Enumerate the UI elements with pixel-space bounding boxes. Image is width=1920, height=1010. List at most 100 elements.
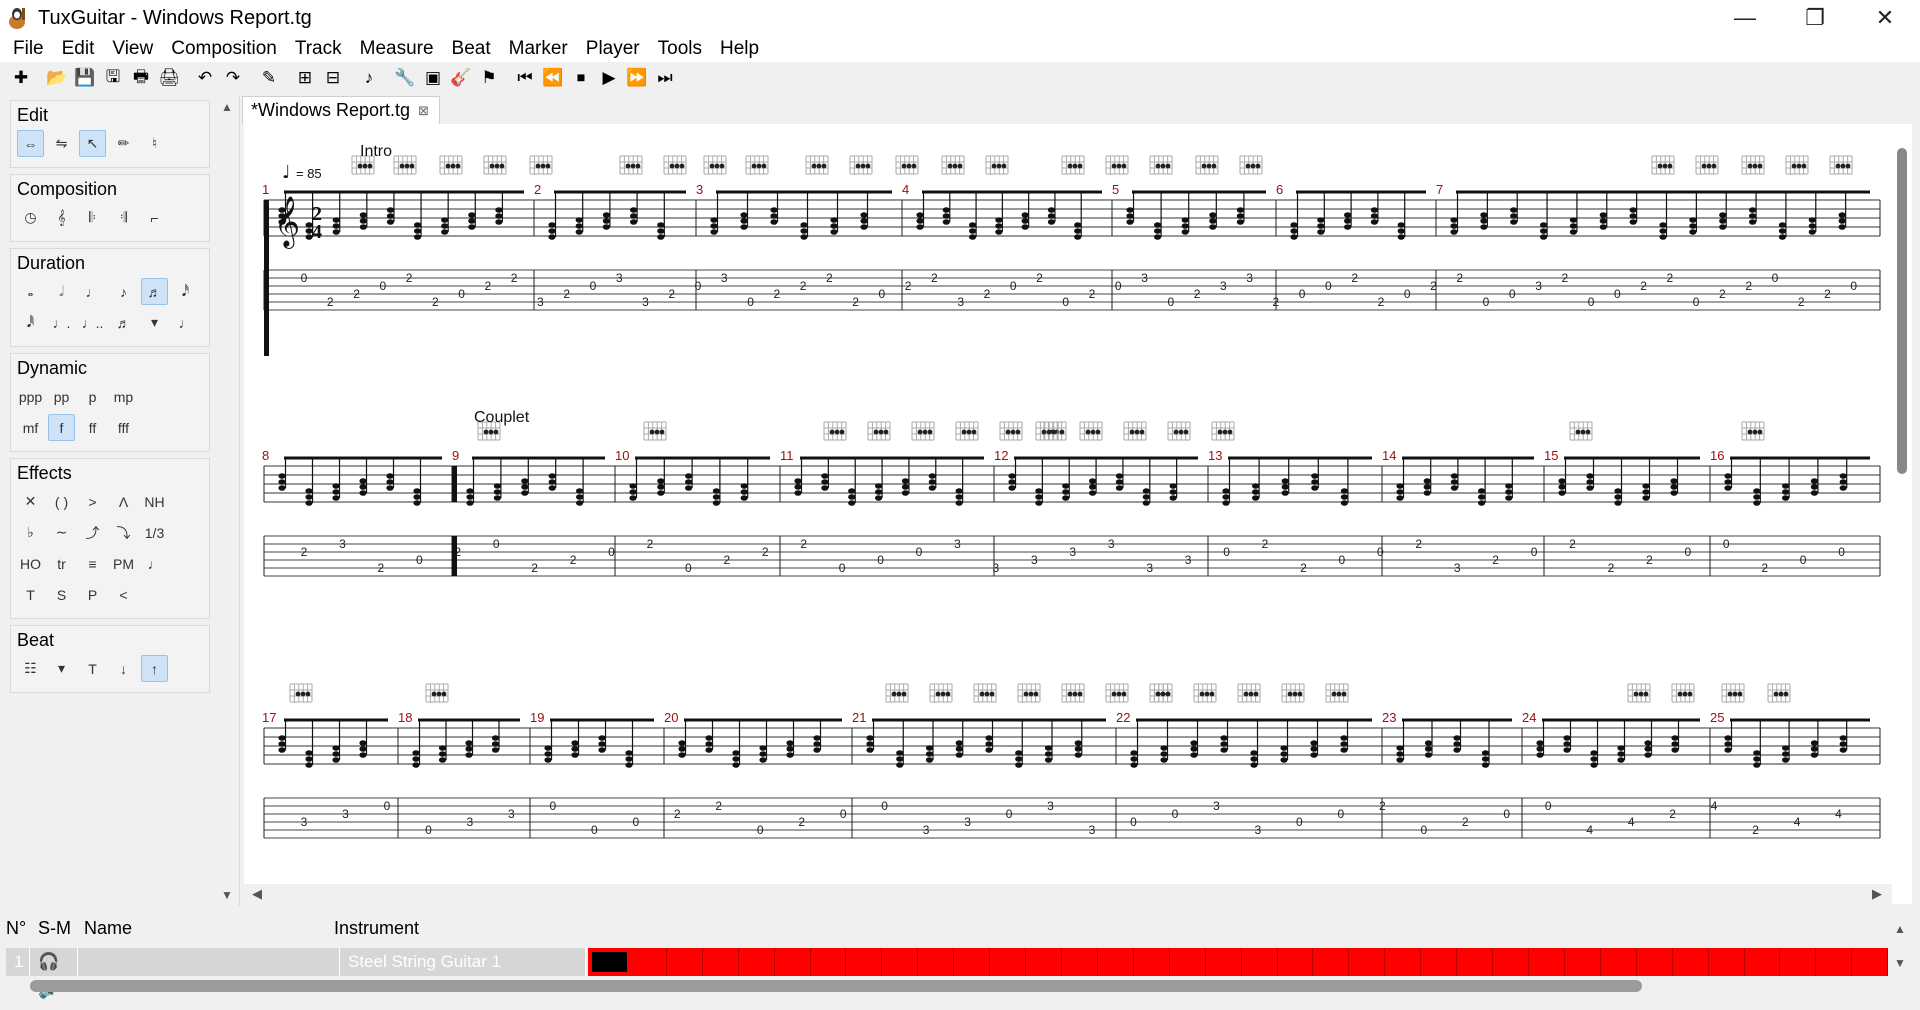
next-icon[interactable]: ⏩ xyxy=(624,65,650,91)
menu-file[interactable]: File xyxy=(4,36,53,62)
menu-player[interactable]: Player xyxy=(577,36,649,62)
dynamic-icon[interactable]: pp xyxy=(48,383,75,410)
edit-tool-icon[interactable]: ⇋ xyxy=(48,130,75,157)
measure-cell[interactable] xyxy=(1565,948,1601,976)
remove-measure-icon[interactable]: ⊟ xyxy=(320,65,346,91)
undo-icon[interactable]: ↶ xyxy=(192,65,218,91)
effect-icon[interactable]: NH xyxy=(141,488,168,515)
effect-icon[interactable]: Λ xyxy=(110,488,137,515)
effect-icon[interactable]: ♩ xyxy=(141,550,168,577)
score-vertical-scrollbar[interactable] xyxy=(1892,124,1912,904)
menu-help[interactable]: Help xyxy=(711,36,768,62)
piano-icon[interactable]: ♪ xyxy=(356,65,382,91)
beat-tool-icon[interactable]: ▾ xyxy=(48,655,75,682)
measure-cell[interactable] xyxy=(588,948,631,976)
effect-icon[interactable]: S xyxy=(48,581,75,608)
measure-cell[interactable] xyxy=(1349,948,1386,976)
effect-icon[interactable]: ⤴ xyxy=(79,519,106,546)
effect-icon[interactable]: P xyxy=(79,581,106,608)
duration-icon[interactable]: 𝅝 xyxy=(17,278,44,305)
effect-icon[interactable]: > xyxy=(79,488,106,515)
effect-icon[interactable]: ⤵ xyxy=(110,519,137,546)
menu-track[interactable]: Track xyxy=(286,36,351,62)
duration-icon[interactable]: ♬ xyxy=(141,278,168,305)
tab-close-icon[interactable]: ⊠ xyxy=(418,103,429,119)
minimize-button[interactable]: — xyxy=(1710,0,1780,36)
edit-tool-icon[interactable]: ↖ xyxy=(79,130,106,157)
dynamic-icon[interactable]: fff xyxy=(110,414,137,441)
close-button[interactable]: ✕ xyxy=(1850,0,1920,36)
effect-icon[interactable]: tr xyxy=(48,550,75,577)
save-icon[interactable]: 💾 xyxy=(72,65,98,91)
score-canvas[interactable]: 1234567022022022320332030222202232020203… xyxy=(244,124,1894,884)
measure-cell[interactable] xyxy=(1673,948,1709,976)
play-icon[interactable]: ▶ xyxy=(596,65,622,91)
duration-icon[interactable]: ♪ xyxy=(110,278,137,305)
effect-icon[interactable]: T xyxy=(17,581,44,608)
dynamic-icon[interactable]: ff xyxy=(79,414,106,441)
previous-icon[interactable]: ⏪ xyxy=(540,65,566,91)
beat-tool-icon[interactable]: ↓ xyxy=(110,655,137,682)
edit-mode-icon[interactable]: ✎ xyxy=(256,65,282,91)
tab-windows-report[interactable]: *Windows Report.tg ⊠ xyxy=(242,96,440,124)
scroll-right-icon[interactable]: ▶ xyxy=(1872,886,1882,902)
measure-cell[interactable] xyxy=(739,948,775,976)
menu-marker[interactable]: Marker xyxy=(500,36,577,62)
add-measure-icon[interactable]: ⊞ xyxy=(292,65,318,91)
tuning-icon[interactable]: 🎸 xyxy=(448,65,474,91)
redo-icon[interactable]: ↷ xyxy=(220,65,246,91)
measure-cell[interactable] xyxy=(1421,948,1458,976)
print-icon[interactable]: 🖶 xyxy=(128,65,154,91)
measure-cell[interactable] xyxy=(1852,948,1889,976)
effect-icon[interactable]: PM xyxy=(110,550,137,577)
duration-icon[interactable]: 𝅘𝅥𝅰 xyxy=(172,278,199,305)
menu-measure[interactable]: Measure xyxy=(351,36,443,62)
last-icon[interactable]: ⏭ xyxy=(652,65,678,91)
duration-icon[interactable]: ♩ xyxy=(172,309,199,336)
duration-icon[interactable]: ♩. xyxy=(48,309,75,336)
maximize-button[interactable]: ❐ xyxy=(1780,0,1850,36)
scroll-up-icon[interactable]: ▲ xyxy=(221,100,233,114)
measure-cell[interactable] xyxy=(918,948,955,976)
duration-icon[interactable]: ♩ xyxy=(79,278,106,305)
headphones-icon[interactable]: 🎧 xyxy=(38,952,59,971)
dynamic-icon[interactable]: ppp xyxy=(17,383,44,410)
measure-cell[interactable] xyxy=(1098,948,1134,976)
scroll-down-icon[interactable]: ▼ xyxy=(1894,956,1906,970)
effect-icon[interactable]: < xyxy=(110,581,137,608)
menu-composition[interactable]: Composition xyxy=(162,36,286,62)
save-as-icon[interactable]: 🖫 xyxy=(100,65,126,91)
duration-icon[interactable]: 𝅗𝅥 xyxy=(48,278,75,305)
measure-cell[interactable] xyxy=(1709,948,1745,976)
menu-tools[interactable]: Tools xyxy=(649,36,711,62)
measure-cell[interactable] xyxy=(1745,948,1781,976)
measure-cell[interactable] xyxy=(811,948,847,976)
measure-cell[interactable] xyxy=(1529,948,1565,976)
effect-icon[interactable]: ∼ xyxy=(48,519,75,546)
duration-icon[interactable]: ♩.. xyxy=(79,309,106,336)
edit-tool-icon[interactable]: ⇔ xyxy=(17,130,44,157)
first-icon[interactable]: ⏮ xyxy=(512,65,538,91)
measure-cell[interactable] xyxy=(775,948,811,976)
effect-icon[interactable]: ≡ xyxy=(79,550,106,577)
scroll-thumb[interactable] xyxy=(1897,148,1907,474)
palette-scrollbar[interactable]: ▲ ▼ xyxy=(218,96,236,906)
dynamic-icon[interactable]: mf xyxy=(17,414,44,441)
measure-cell[interactable] xyxy=(1493,948,1529,976)
measure-cell[interactable] xyxy=(1242,948,1278,976)
dynamic-icon[interactable]: p xyxy=(79,383,106,410)
measure-cell[interactable] xyxy=(954,948,991,976)
composition-tool-icon[interactable]: 𝄆 xyxy=(79,204,106,231)
measure-cell[interactable] xyxy=(1278,948,1314,976)
composition-tool-icon[interactable]: 𝄞 xyxy=(48,204,75,231)
measure-cell[interactable] xyxy=(1206,948,1242,976)
menu-beat[interactable]: Beat xyxy=(443,36,500,62)
effect-icon[interactable]: ✕ xyxy=(17,488,44,515)
measure-overview[interactable] xyxy=(588,948,1889,976)
tracks-scrollbar[interactable]: ▲ ▼ xyxy=(1894,922,1906,970)
beat-tool-icon[interactable]: T xyxy=(79,655,106,682)
edit-tool-icon[interactable]: ✏ xyxy=(110,130,137,157)
measure-cell[interactable] xyxy=(1457,948,1494,976)
marker-icon[interactable]: ⚑ xyxy=(476,65,502,91)
composition-tool-icon[interactable]: ⌐ xyxy=(141,204,168,231)
